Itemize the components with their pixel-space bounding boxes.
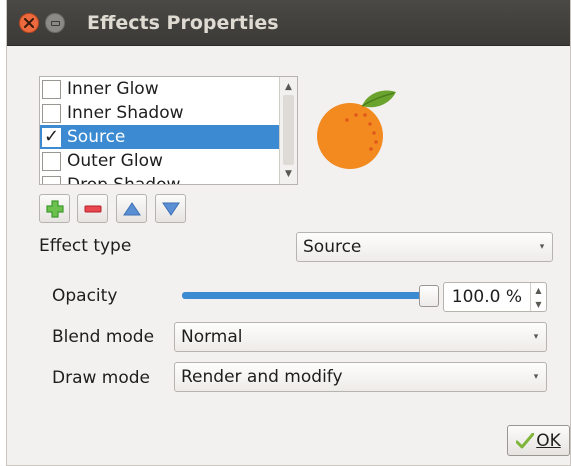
draw-mode-value: Render and modify (181, 367, 343, 387)
list-item-label: Outer Glow (67, 151, 163, 171)
checkbox-inner-shadow[interactable] (42, 103, 61, 123)
list-item-label: Inner Glow (67, 79, 159, 99)
opacity-slider-fill (182, 292, 432, 299)
checkmark-icon (516, 432, 535, 448)
list-item-source[interactable]: ✓ Source (40, 125, 279, 149)
list-item-outer-glow[interactable]: Outer Glow (40, 149, 279, 173)
chevron-down-icon: ▾ (533, 332, 539, 342)
checkbox-drop-shadow[interactable] (42, 175, 61, 184)
blend-mode-value: Normal (181, 327, 243, 347)
ok-button[interactable]: OK (507, 425, 570, 456)
title-bar: Effects Properties (7, 0, 570, 46)
ok-label: OK (536, 430, 561, 451)
opacity-value: 100.0 % (451, 287, 522, 307)
effects-list[interactable]: Inner Glow Inner Shadow ✓ Source Outer G… (39, 76, 298, 185)
arrow-up-icon (122, 201, 141, 215)
checkmark-icon: ✓ (43, 126, 60, 147)
opacity-slider[interactable] (182, 292, 432, 299)
blend-mode-select[interactable]: Normal ▾ (174, 322, 547, 352)
add-effect-button[interactable] (39, 194, 70, 223)
minimize-button[interactable] (45, 13, 65, 33)
close-icon (24, 18, 34, 28)
draw-mode-select[interactable]: Render and modify ▾ (174, 362, 547, 392)
checkbox-inner-glow[interactable] (42, 79, 61, 99)
minimize-icon (50, 20, 60, 26)
list-item-inner-glow[interactable]: Inner Glow (40, 77, 279, 101)
list-item-label: Inner Shadow (67, 103, 184, 123)
blend-mode-label: Blend mode (52, 327, 155, 347)
chevron-down-icon: ▾ (533, 372, 539, 382)
draw-mode-label: Draw mode (52, 368, 151, 388)
list-scrollbar[interactable]: ▲ ▼ (279, 77, 297, 184)
checkbox-outer-glow[interactable] (42, 151, 61, 171)
list-item-label: Source (67, 127, 126, 147)
scrollbar-thumb[interactable] (283, 95, 294, 165)
spin-down-icon[interactable]: ▼ (535, 300, 541, 309)
window-title: Effects Properties (87, 12, 279, 34)
move-down-button[interactable] (155, 194, 186, 223)
orange-fruit-icon (317, 90, 396, 169)
scroll-down-icon[interactable]: ▼ (280, 166, 297, 182)
spin-buttons[interactable]: ▲ ▼ (530, 283, 546, 311)
effect-type-label: Effect type (39, 236, 132, 256)
effect-type-select[interactable]: Source ▾ (296, 232, 553, 262)
chevron-down-icon: ▾ (539, 242, 545, 252)
checkbox-source[interactable]: ✓ (42, 126, 61, 147)
arrow-down-icon (161, 202, 180, 216)
plus-icon (45, 199, 64, 218)
list-item-drop-shadow[interactable]: Drop Shadow (40, 173, 279, 185)
close-button[interactable] (19, 13, 39, 33)
opacity-label: Opacity (52, 286, 118, 306)
opacity-slider-handle[interactable] (419, 285, 439, 307)
opacity-spinbox[interactable]: 100.0 % ▲ ▼ (443, 282, 547, 312)
remove-effect-button[interactable] (77, 194, 108, 223)
effects-properties-dialog: Effects Properties Inner Glow Inner Shad… (6, 0, 571, 466)
move-up-button[interactable] (116, 194, 147, 223)
list-item-inner-shadow[interactable]: Inner Shadow (40, 101, 279, 125)
scroll-up-icon[interactable]: ▲ (280, 79, 297, 95)
effect-type-value: Source (303, 237, 362, 257)
list-item-label: Drop Shadow (67, 175, 181, 185)
minus-icon (84, 205, 101, 212)
spin-up-icon[interactable]: ▲ (535, 286, 541, 295)
